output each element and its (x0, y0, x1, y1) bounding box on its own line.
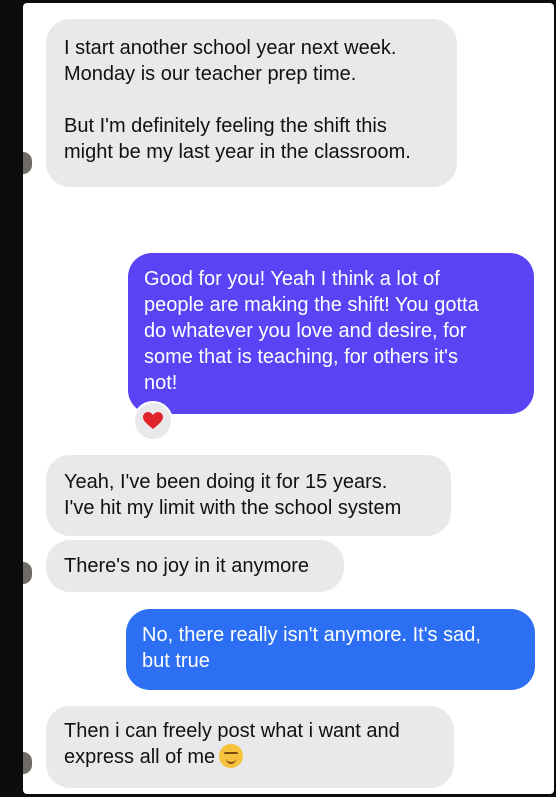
incoming-message-bubble[interactable]: There's no joy in it anymore (46, 540, 344, 592)
heart-reaction[interactable] (133, 401, 173, 441)
heart-icon (143, 412, 163, 429)
outgoing-message-bubble[interactable]: No, there really isn't anymore. It's sad… (126, 609, 535, 690)
incoming-message-bubble[interactable]: I start another school year next week. M… (46, 19, 457, 187)
incoming-message-bubble[interactable]: Yeah, I've been doing it for 15 years. I… (46, 455, 451, 536)
outgoing-message-bubble[interactable]: Good for you! Yeah I think a lot of peop… (128, 253, 534, 414)
smirk-emoji-icon (219, 744, 244, 768)
incoming-message-bubble[interactable]: Then i can freely post what i want and e… (46, 706, 454, 788)
message-thread: I start another school year next week. M… (23, 3, 554, 794)
